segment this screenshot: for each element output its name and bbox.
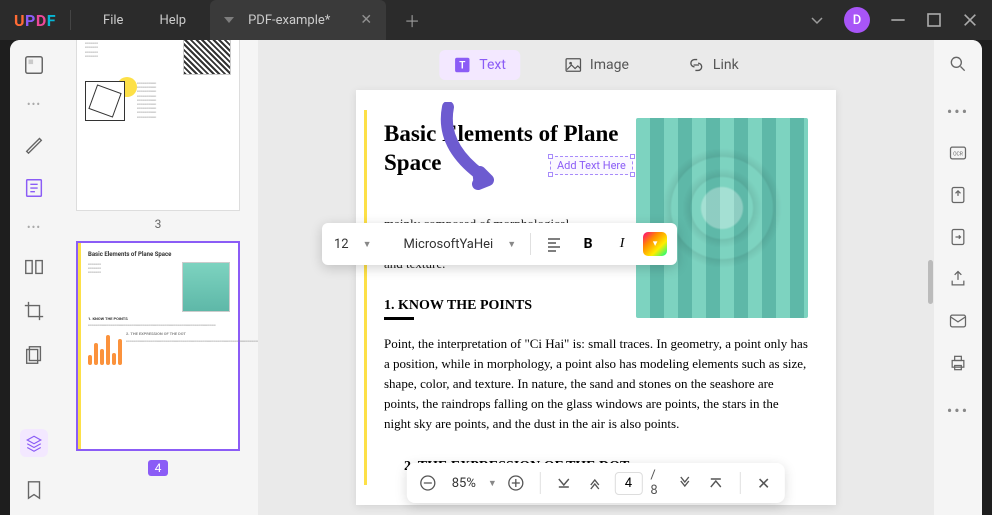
doc-section-1-body[interactable]: Point, the interpretation of "Ci Hai" is… bbox=[384, 334, 808, 435]
align-button[interactable] bbox=[541, 231, 567, 257]
italic-button[interactable]: I bbox=[609, 231, 635, 257]
thumbnail-label-3: 3 bbox=[76, 217, 240, 231]
zoom-dropdown-icon[interactable]: ▼ bbox=[488, 478, 497, 489]
last-page-button[interactable] bbox=[704, 471, 727, 495]
document-viewport[interactable]: T Text Image Link Basic Elements of Plan… bbox=[258, 40, 934, 515]
right-toolbar: ••• OCR ••• bbox=[934, 40, 982, 515]
export-icon[interactable] bbox=[948, 185, 968, 205]
font-size-select[interactable]: 12 bbox=[332, 233, 351, 256]
mode-link[interactable]: Link bbox=[673, 50, 753, 80]
svg-text:OCR: OCR bbox=[953, 152, 963, 158]
zoom-in-button[interactable] bbox=[505, 471, 528, 495]
svg-text:T: T bbox=[459, 61, 465, 72]
bookmark-icon[interactable] bbox=[23, 479, 45, 501]
text-format-toolbar: 12 ▼ MicrosoftYaHei ▼ B I ▾ bbox=[322, 223, 677, 265]
collapse-dots-2[interactable]: ••• bbox=[27, 221, 41, 234]
scrollbar-thumb[interactable] bbox=[928, 260, 933, 304]
thumbnails-icon[interactable] bbox=[23, 54, 45, 76]
link-mode-icon bbox=[687, 56, 705, 74]
bold-button[interactable]: B bbox=[575, 231, 601, 257]
left-toolbar: ••• ••• bbox=[10, 40, 58, 515]
page-number-input[interactable] bbox=[614, 472, 642, 495]
search-icon[interactable] bbox=[948, 54, 968, 74]
thumbnail-page-3[interactable]: ▪▪▪▪▪▪▪▪▪▪▪▪▪▪▪▪▪▪▪▪▪▪▪▪▪▪▪▪▪▪▪▪▪▪▪▪▪▪▪▪… bbox=[76, 40, 240, 211]
more-dots-right[interactable]: ••• bbox=[947, 401, 969, 420]
first-page-button[interactable] bbox=[553, 471, 576, 495]
edit-mode-bar: T Text Image Link bbox=[439, 50, 752, 80]
zoom-value[interactable]: 85% bbox=[448, 476, 480, 491]
crop-icon[interactable] bbox=[23, 300, 45, 322]
ocr-icon[interactable]: OCR bbox=[948, 143, 968, 163]
organize-icon[interactable] bbox=[23, 256, 45, 278]
page-total: / 8 bbox=[650, 468, 665, 498]
add-text-placeholder[interactable]: Add Text Here bbox=[550, 156, 633, 175]
app-logo: UPDF bbox=[14, 11, 56, 30]
prev-page-button[interactable] bbox=[584, 471, 607, 495]
close-icon[interactable] bbox=[962, 12, 978, 28]
thumbnail-page-4[interactable]: Basic Elements of Plane Space ▪▪▪▪▪▪▪▪▪▪… bbox=[76, 241, 240, 451]
chevron-down-icon[interactable] bbox=[810, 13, 824, 27]
app-frame: ••• ••• ▪▪▪▪▪▪▪▪▪▪▪▪▪▪▪▪▪▪▪▪▪▪▪▪▪▪▪▪▪▪▪▪… bbox=[10, 40, 982, 515]
minimize-icon[interactable] bbox=[890, 12, 906, 28]
close-nav-button[interactable]: ✕ bbox=[752, 471, 775, 495]
next-page-button[interactable] bbox=[674, 471, 697, 495]
print-icon[interactable] bbox=[948, 353, 968, 373]
user-avatar[interactable]: D bbox=[844, 7, 870, 33]
highlighter-icon[interactable] bbox=[23, 133, 45, 155]
convert-icon[interactable] bbox=[948, 227, 968, 247]
tab-title: PDF-example* bbox=[248, 13, 330, 28]
maximize-icon[interactable] bbox=[926, 12, 942, 28]
image-mode-icon bbox=[564, 56, 582, 74]
email-icon[interactable] bbox=[948, 311, 968, 331]
zoom-out-button[interactable] bbox=[417, 471, 440, 495]
new-tab-button[interactable]: ＋ bbox=[404, 8, 420, 32]
mode-text[interactable]: T Text bbox=[439, 50, 520, 80]
font-family-dropdown-icon[interactable]: ▼ bbox=[503, 239, 520, 250]
menu-help[interactable]: Help bbox=[141, 13, 204, 28]
layers-button[interactable] bbox=[20, 429, 48, 457]
font-family-select[interactable]: MicrosoftYaHei bbox=[402, 233, 496, 256]
menu-file[interactable]: File bbox=[85, 13, 141, 28]
collapse-dots-right[interactable]: ••• bbox=[947, 102, 969, 121]
pages-icon[interactable] bbox=[23, 344, 45, 366]
collapse-dots[interactable]: ••• bbox=[27, 98, 41, 111]
edit-text-icon[interactable] bbox=[23, 177, 45, 199]
tab-close-icon[interactable]: ✕ bbox=[360, 12, 372, 28]
thumbnail-panel: ▪▪▪▪▪▪▪▪▪▪▪▪▪▪▪▪▪▪▪▪▪▪▪▪▪▪▪▪▪▪▪▪▪▪▪▪▪▪▪▪… bbox=[58, 40, 258, 515]
text-color-button[interactable]: ▾ bbox=[643, 232, 667, 256]
tab-dropdown-icon[interactable] bbox=[224, 15, 234, 25]
thumbnail-label-4: 4 bbox=[148, 460, 169, 476]
page-navigation-bar: 85% ▼ / 8 ✕ bbox=[407, 463, 785, 503]
mode-image[interactable]: Image bbox=[550, 50, 643, 80]
document-page[interactable]: Basic Elements of Plane Space Add Text H… bbox=[356, 90, 836, 505]
text-mode-icon: T bbox=[453, 56, 471, 74]
doc-image[interactable] bbox=[636, 118, 808, 318]
font-size-dropdown-icon[interactable]: ▼ bbox=[359, 239, 376, 250]
document-tab[interactable]: PDF-example* ✕ bbox=[210, 0, 386, 40]
share-icon[interactable] bbox=[948, 269, 968, 289]
title-bar: UPDF File Help PDF-example* ✕ ＋ D bbox=[0, 0, 992, 40]
